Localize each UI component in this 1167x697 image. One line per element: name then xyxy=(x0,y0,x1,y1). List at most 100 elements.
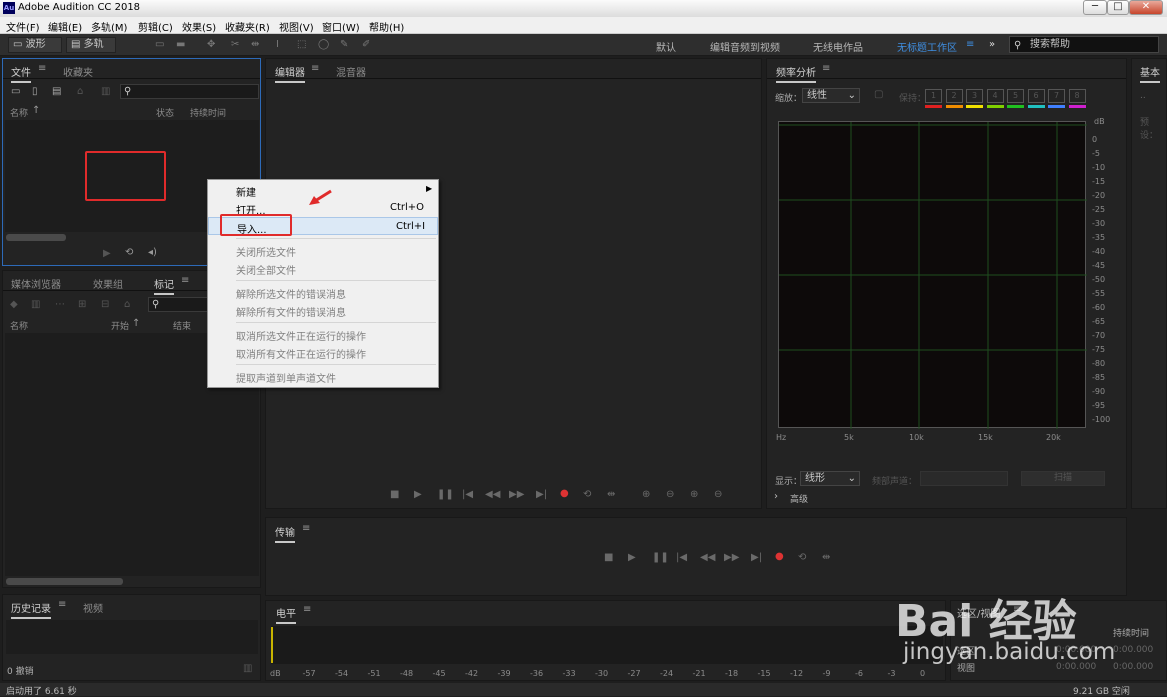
skip-selection-icon[interactable]: ⇹ xyxy=(822,552,830,563)
menu-item-dismiss-selected-errors[interactable]: 解除所选文件的错误消息 xyxy=(208,283,438,301)
record-icon[interactable]: ● xyxy=(560,488,569,499)
pause-icon[interactable]: ❚❚ xyxy=(652,552,669,563)
lasso-tool-icon[interactable]: ◯ xyxy=(318,39,329,50)
horizontal-scrollbar[interactable] xyxy=(6,578,123,585)
rewind-icon[interactable]: ◀◀ xyxy=(700,552,715,563)
panel-menu-icon[interactable]: ≡ xyxy=(822,63,830,74)
hold-button-2[interactable]: 2 xyxy=(945,89,963,103)
stop-icon[interactable]: ■ xyxy=(390,489,399,500)
autoplay-icon[interactable]: ◂) xyxy=(148,247,157,258)
slip-tool-icon[interactable]: ⇹ xyxy=(251,39,259,50)
hold-button-6[interactable]: 6 xyxy=(1027,89,1045,103)
menu-item-dismiss-all-errors[interactable]: 解除所有文件的错误消息 xyxy=(208,301,438,319)
tab-media-browser[interactable]: 媒体浏览器 xyxy=(11,276,61,291)
workspace-untitled[interactable]: 无标题工作区 xyxy=(897,39,957,54)
column-name[interactable]: 名称 xyxy=(10,319,28,332)
help-search-input[interactable]: 搜索帮助 xyxy=(1009,36,1159,53)
go-to-start-icon[interactable]: |◀ xyxy=(462,489,473,500)
menu-item-close-selected[interactable]: 关闭所选文件 xyxy=(208,241,438,259)
tab-markers[interactable]: 标记 xyxy=(154,276,174,295)
play-icon[interactable]: ▶ xyxy=(414,489,422,500)
selection-start-time[interactable]: 0:00.000 xyxy=(1056,645,1096,655)
more-workspaces-icon[interactable]: » xyxy=(989,39,995,50)
menu-effects[interactable]: 效果(S) xyxy=(182,19,216,34)
menu-help[interactable]: 帮助(H) xyxy=(369,19,404,34)
zoom-in-time-icon[interactable]: ⊕ xyxy=(690,489,698,500)
menu-item-extract-channels[interactable]: 提取声道到单声道文件 xyxy=(208,367,438,385)
spectral-icon[interactable]: ▭ xyxy=(155,39,164,50)
go-to-start-icon[interactable]: |◀ xyxy=(676,552,687,563)
menu-edit[interactable]: 编辑(E) xyxy=(48,19,82,34)
panel-menu-icon[interactable]: ≡ xyxy=(303,604,311,615)
menu-item-cancel-all-ops[interactable]: 取消所有文件正在运行的操作 xyxy=(208,343,438,361)
pitch-display-icon[interactable]: ▬ xyxy=(176,39,185,50)
open-file-icon[interactable]: ▭ xyxy=(11,86,20,97)
panel-menu-icon[interactable]: ≡ xyxy=(311,63,319,74)
menu-item-close-all[interactable]: 关闭全部文件 xyxy=(208,259,438,277)
pause-icon[interactable]: ❚❚ xyxy=(437,489,454,500)
minimize-button[interactable]: ─ xyxy=(1083,0,1107,15)
playlist-icon[interactable]: ⌂ xyxy=(124,299,130,310)
column-duration[interactable]: 持续时间 xyxy=(190,106,226,119)
trash-icon[interactable]: ▥ xyxy=(243,663,252,674)
tab-mixer[interactable]: 混音器 xyxy=(336,64,366,79)
zoom-in-amplitude-icon[interactable]: ⊕ xyxy=(642,489,650,500)
workspace-radio-production[interactable]: 无线电作品 xyxy=(813,39,863,54)
go-to-end-icon[interactable]: ▶| xyxy=(751,552,762,563)
hold-button-4[interactable]: 4 xyxy=(986,89,1004,103)
close-button[interactable]: ✕ xyxy=(1129,0,1163,15)
new-file-icon[interactable]: ▤ xyxy=(52,86,61,97)
column-name[interactable]: 名称 xyxy=(10,106,28,119)
panel-menu-icon[interactable]: ≡ xyxy=(58,599,66,610)
move-tool-icon[interactable]: ✥ xyxy=(207,39,215,50)
workspace-default[interactable]: 默认 xyxy=(656,39,676,54)
tab-files[interactable]: 文件 xyxy=(11,64,31,83)
workspace-edit-audio-to-video[interactable]: 编辑音频到视频 xyxy=(710,39,780,54)
go-to-end-icon[interactable]: ▶| xyxy=(536,489,547,500)
brush-tool-icon[interactable]: ✎ xyxy=(340,39,348,50)
view-duration-time[interactable]: 0:00.000 xyxy=(1113,662,1153,672)
workspace-menu-icon[interactable]: ≡ xyxy=(966,39,974,50)
menu-window[interactable]: 窗口(W) xyxy=(322,19,360,34)
play-icon[interactable]: ▶ xyxy=(628,552,636,563)
scan-button[interactable]: 扫描 xyxy=(1021,471,1105,486)
play-icon[interactable]: ▶ xyxy=(103,248,111,259)
hold-button-8[interactable]: 8 xyxy=(1068,89,1086,103)
panel-menu-icon[interactable]: ≡ xyxy=(38,63,46,74)
menu-item-cancel-selected-ops[interactable]: 取消所选文件正在运行的操作 xyxy=(208,325,438,343)
column-end[interactable]: 结束 xyxy=(173,319,191,332)
loop-icon[interactable]: ⟲ xyxy=(798,552,806,563)
multitrack-view-button[interactable]: ▤ 多轨 xyxy=(66,37,116,53)
panel-menu-icon[interactable]: ≡ xyxy=(302,523,310,534)
import-file-icon[interactable]: ▯ xyxy=(32,86,38,97)
insert-marker-icon[interactable]: ⊞ xyxy=(78,299,86,310)
menu-file[interactable]: 文件(F) xyxy=(6,19,40,34)
insert-icon[interactable]: ⌂ xyxy=(77,86,83,97)
tab-editor[interactable]: 编辑器 xyxy=(275,64,305,83)
rewind-icon[interactable]: ◀◀ xyxy=(485,489,500,500)
zoom-out-time-icon[interactable]: ⊖ xyxy=(714,489,722,500)
menu-view[interactable]: 视图(V) xyxy=(279,19,314,34)
menu-multitrack[interactable]: 多轨(M) xyxy=(91,19,127,34)
panel-menu-icon[interactable]: ≡ xyxy=(1013,604,1021,615)
marquee-tool-icon[interactable]: ⬚ xyxy=(297,39,306,50)
panel-menu-icon[interactable]: ≡ xyxy=(181,275,189,286)
loop-icon[interactable]: ⟲ xyxy=(125,247,133,258)
spot-healing-icon[interactable]: ✐ xyxy=(362,39,370,50)
fast-forward-icon[interactable]: ▶▶ xyxy=(509,489,524,500)
show-select[interactable]: 线形 ⌄ xyxy=(800,471,860,486)
tab-history[interactable]: 历史记录 xyxy=(11,600,51,619)
trash-icon[interactable]: ▥ xyxy=(101,86,110,97)
hold-button-7[interactable]: 7 xyxy=(1048,89,1065,103)
tab-effects-rack[interactable]: 效果组 xyxy=(93,276,123,291)
menu-clip[interactable]: 剪辑(C) xyxy=(138,19,173,34)
record-icon[interactable]: ● xyxy=(775,551,784,562)
loop-icon[interactable]: ⟲ xyxy=(583,489,591,500)
hold-button-1[interactable]: 1 xyxy=(925,89,942,103)
selection-duration-time[interactable]: 0:00.000 xyxy=(1113,645,1153,655)
merge-icon[interactable]: ⋯ xyxy=(55,299,65,310)
zoom-out-amplitude-icon[interactable]: ⊖ xyxy=(666,489,674,500)
tab-favorites[interactable]: 收藏夹 xyxy=(63,64,93,79)
marker-icon[interactable]: ◆ xyxy=(10,299,18,310)
zoom-select[interactable]: 线性 ⌄ xyxy=(802,88,860,103)
